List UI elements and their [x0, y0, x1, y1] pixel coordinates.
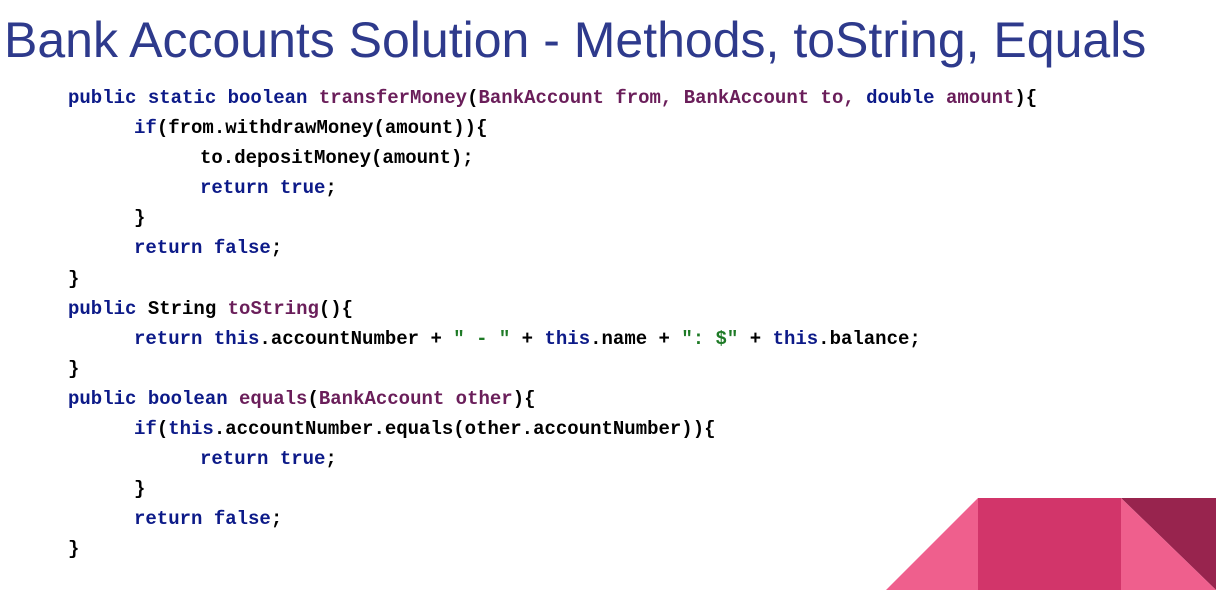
code-line: to.depositMoney(amount); — [68, 143, 1037, 173]
code-token: (){ — [318, 297, 354, 320]
code-token: + — [510, 327, 545, 350]
code-token: if — [134, 418, 157, 441]
code-token: amount — [945, 87, 1015, 109]
code-token: } — [68, 357, 80, 380]
code-line: public String toString(){ — [68, 294, 1037, 324]
code-token: ; — [325, 448, 337, 471]
code-token: .accountNumber + — [259, 327, 454, 350]
code-token: .balance; — [818, 327, 921, 350]
code-line: public static boolean transferMoney(Bank… — [68, 83, 1037, 113]
slide-title: Bank Accounts Solution - Methods, toStri… — [4, 12, 1147, 68]
code-token: " - " — [453, 327, 511, 350]
code-token: public static boolean — [68, 87, 319, 109]
code-token: ){ — [1014, 87, 1038, 109]
code-token: ; — [270, 508, 283, 531]
code-token: ": $" — [681, 327, 739, 350]
code-line: } — [68, 203, 1037, 233]
code-token: public boolean — [68, 387, 240, 410]
code-token: return true — [200, 177, 326, 200]
code-token: toString — [227, 297, 319, 320]
code-token: if — [134, 117, 157, 140]
code-block: public static boolean transferMoney(Bank… — [68, 83, 1037, 565]
code-token: (from.withdrawMoney(amount)){ — [156, 117, 488, 140]
code-token: double — [866, 87, 946, 109]
code-token: return true — [200, 448, 326, 471]
code-token: ; — [325, 177, 337, 200]
code-token: } — [134, 478, 146, 501]
code-token: .name + — [590, 327, 682, 350]
code-token: String — [147, 297, 228, 320]
code-line: return this.accountNumber + " - " + this… — [68, 324, 1037, 354]
code-token: this — [772, 327, 819, 350]
code-token: ( — [156, 418, 169, 441]
code-line: return true; — [68, 173, 1037, 203]
code-token: BankAccount from, BankAccount to, — [478, 87, 867, 109]
code-token: this — [544, 327, 591, 350]
code-line: return false; — [68, 233, 1037, 263]
code-token: .accountNumber.equals(other.accountNumbe… — [213, 418, 716, 441]
code-token: BankAccount other — [318, 387, 513, 410]
code-token: } — [134, 207, 146, 230]
code-token: this — [168, 418, 214, 441]
code-token: transferMoney — [318, 87, 468, 109]
code-token: return false — [134, 237, 271, 260]
code-line: if(from.withdrawMoney(amount)){ — [68, 113, 1037, 143]
code-token: equals — [239, 387, 308, 410]
code-token: return this — [134, 327, 260, 350]
code-line: public boolean equals(BankAccount other)… — [68, 384, 1037, 414]
code-token: ( — [307, 387, 319, 410]
code-token: + — [738, 327, 773, 350]
corner-decoration — [886, 498, 1216, 590]
code-token: return false — [134, 508, 271, 531]
code-token: ( — [467, 87, 479, 109]
code-token: to.depositMoney(amount); — [200, 147, 474, 170]
code-token: } — [68, 538, 80, 561]
code-token: ; — [270, 237, 283, 260]
decoration-center-block — [978, 498, 1121, 590]
code-token: public — [68, 297, 148, 320]
code-line: if(this.accountNumber.equals(other.accou… — [68, 414, 1037, 444]
code-line: return true; — [68, 444, 1037, 474]
code-line: } — [68, 354, 1037, 384]
code-token: } — [68, 267, 80, 290]
code-line: } — [68, 264, 1037, 294]
decoration-left-triangle — [886, 498, 978, 590]
code-token: ){ — [512, 387, 536, 410]
